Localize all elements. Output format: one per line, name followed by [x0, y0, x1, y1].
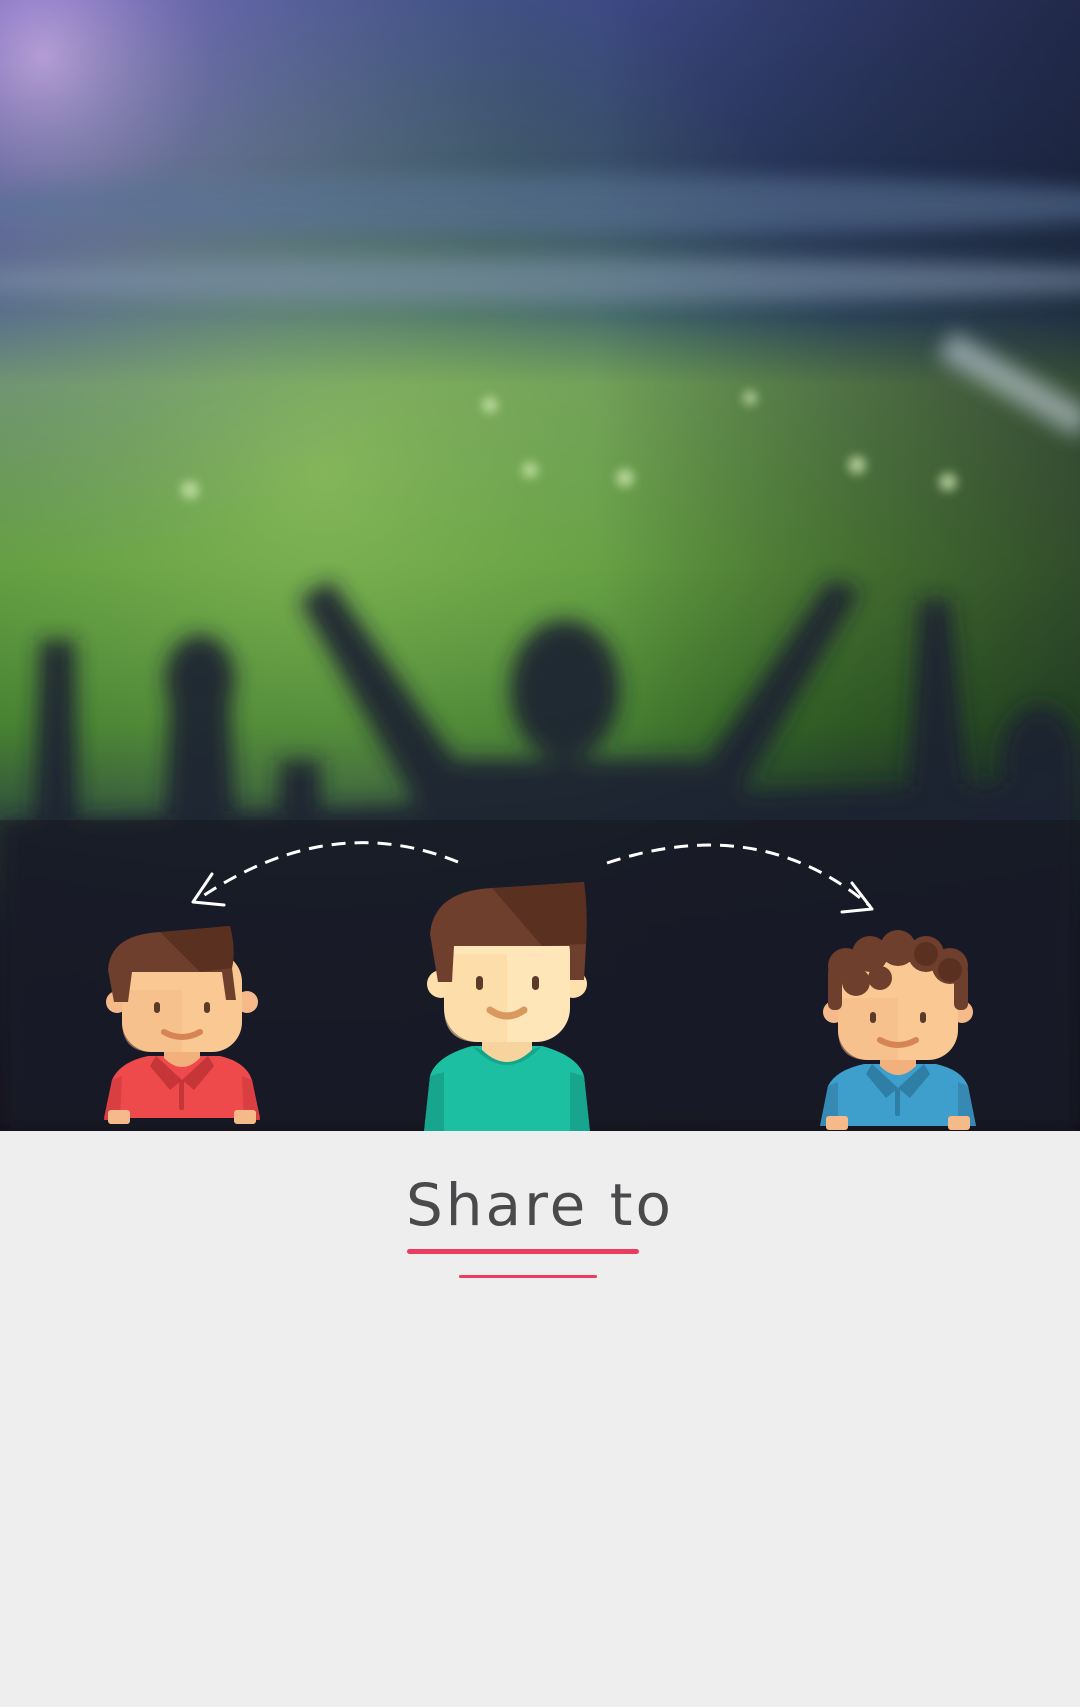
- title-underline: [407, 1249, 639, 1254]
- hero-illustration: [0, 0, 1080, 1131]
- friend-right-avatar: [820, 930, 976, 1130]
- page-title: Share to: [405, 1171, 675, 1239]
- title-underline-secondary: [459, 1275, 597, 1278]
- share-screen: Share to: [0, 0, 1080, 1707]
- user-center-avatar: [424, 882, 590, 1131]
- share-section: Share to: [0, 1131, 1080, 1707]
